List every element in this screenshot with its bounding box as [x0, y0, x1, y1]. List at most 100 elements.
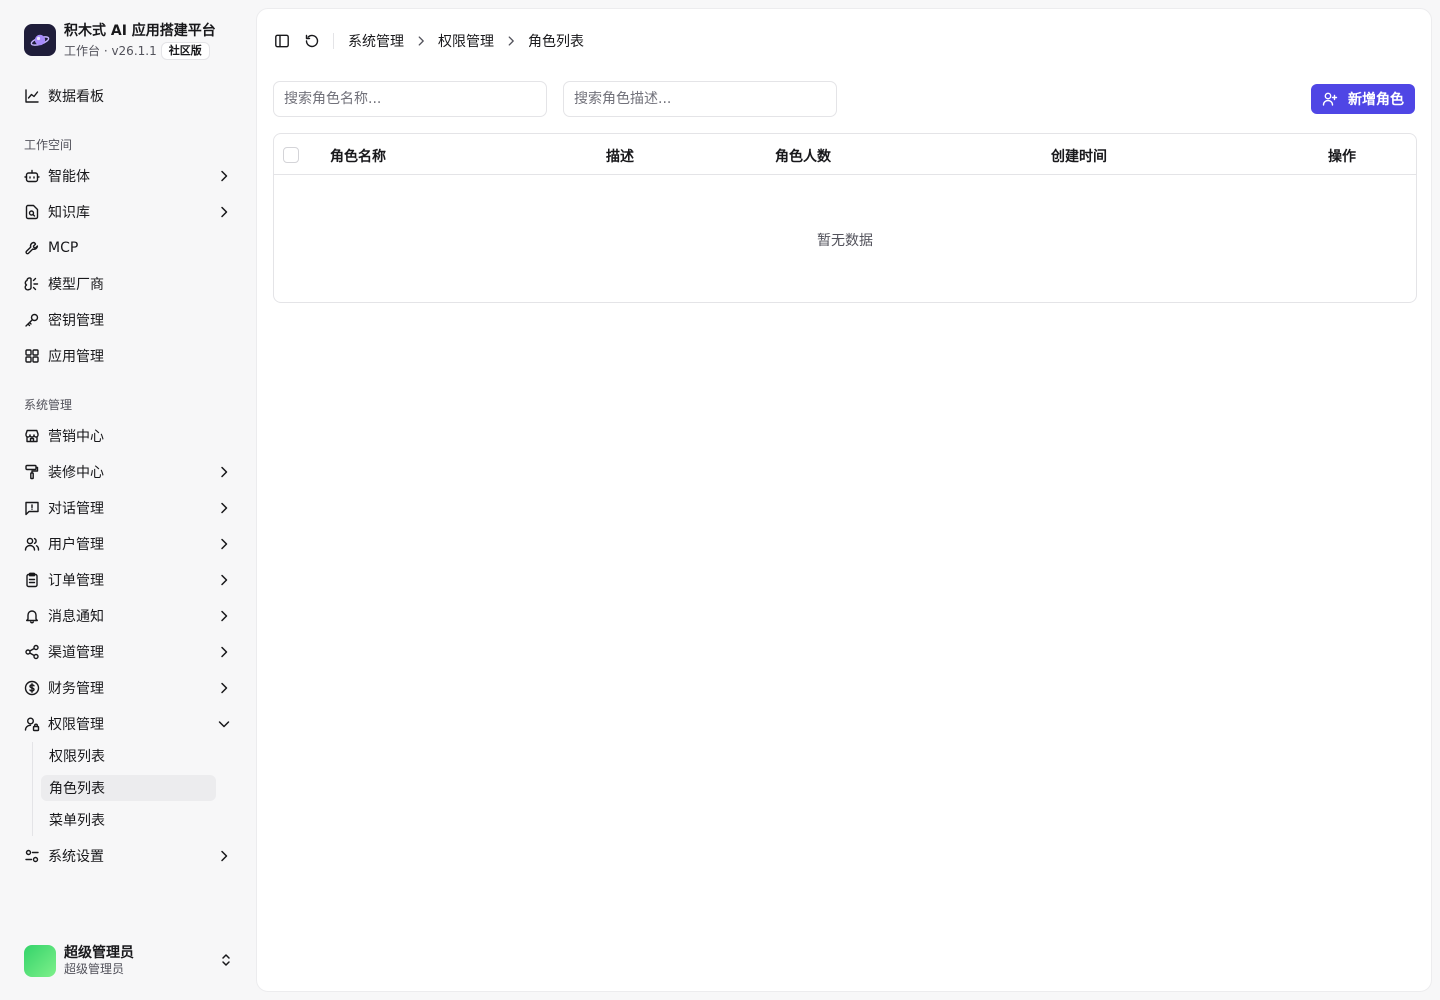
- users-icon: [24, 536, 40, 552]
- brain-icon: [24, 276, 40, 292]
- sidebar-item-label: 订单管理: [48, 573, 104, 589]
- sidebar-item-label: MCP: [48, 240, 79, 256]
- chevron-right-icon: [216, 464, 232, 480]
- sidebar-item-label: 渠道管理: [48, 645, 104, 661]
- sidebar-item-mcp[interactable]: MCP: [16, 232, 242, 264]
- brand-logo-icon: [24, 24, 56, 56]
- sidebar-item-notifications[interactable]: 消息通知: [16, 600, 242, 632]
- sidebar-item-label: 消息通知: [48, 609, 104, 625]
- avatar: [24, 945, 56, 977]
- sidebar-item-conversations[interactable]: 对话管理: [16, 492, 242, 524]
- chevron-down-icon: [216, 716, 232, 732]
- chevron-right-icon: [504, 34, 518, 48]
- add-role-label: 新增角色: [1348, 91, 1404, 107]
- sidebar-item-settings[interactable]: 系统设置: [16, 840, 242, 872]
- key-icon: [24, 312, 40, 328]
- file-search-icon: [24, 204, 40, 220]
- sidebar-item-knowledge[interactable]: 知识库: [16, 196, 242, 228]
- sidebar-subitem-role-list[interactable]: 角色列表: [41, 775, 216, 801]
- breadcrumb-item-system[interactable]: 系统管理: [348, 31, 404, 51]
- breadcrumb: 系统管理 权限管理 角色列表: [348, 31, 584, 51]
- edition-badge: 社区版: [160, 42, 210, 60]
- sidebar-item-label: 知识库: [48, 205, 90, 221]
- brand-title: 积木式 AI 应用搭建平台: [64, 23, 216, 39]
- sidebar-item-keys[interactable]: 密钥管理: [16, 304, 242, 336]
- sidebar: 积木式 AI 应用搭建平台 工作台 · v26.1.1 社区版 数据看板 工作空…: [0, 0, 256, 1000]
- chevron-right-icon: [414, 34, 428, 48]
- toolbar-divider: [333, 33, 334, 49]
- paint-roller-icon: [24, 464, 40, 480]
- column-header-created-at: 创建时间: [1051, 149, 1107, 165]
- select-all-checkbox[interactable]: [283, 147, 299, 163]
- sidebar-item-finance[interactable]: 财务管理: [16, 672, 242, 704]
- message-square-icon: [24, 500, 40, 516]
- sidebar-item-label: 系统设置: [48, 849, 104, 865]
- sidebar-item-label: 对话管理: [48, 501, 104, 517]
- sidebar-item-label: 智能体: [48, 169, 90, 185]
- grid-icon: [24, 348, 40, 364]
- user-name: 超级管理员: [64, 945, 134, 961]
- chart-line-icon: [24, 88, 40, 104]
- sidebar-item-permissions[interactable]: 权限管理: [16, 708, 242, 740]
- subnav-divider: [32, 742, 33, 836]
- sidebar-item-label: 模型厂商: [48, 277, 104, 293]
- sidebar-item-marketing[interactable]: 营销中心: [16, 420, 242, 452]
- bot-icon: [24, 168, 40, 184]
- chevron-right-icon: [216, 848, 232, 864]
- sidebar-item-label: 权限管理: [48, 717, 104, 733]
- sidebar-item-label: 密钥管理: [48, 313, 104, 329]
- chevron-right-icon: [216, 644, 232, 660]
- sidebar-item-channels[interactable]: 渠道管理: [16, 636, 242, 668]
- sidebar-toggle-icon[interactable]: [273, 32, 291, 50]
- sidebar-item-label: 用户管理: [48, 537, 104, 553]
- dollar-circle-icon: [24, 680, 40, 696]
- breadcrumb-item-permissions[interactable]: 权限管理: [438, 31, 494, 51]
- chevron-right-icon: [216, 680, 232, 696]
- chevron-right-icon: [216, 168, 232, 184]
- bell-icon: [24, 608, 40, 624]
- column-header-member-count: 角色人数: [775, 149, 831, 165]
- breadcrumb-item-roles: 角色列表: [528, 34, 584, 50]
- chevrons-up-down-icon: [218, 952, 234, 968]
- search-role-name-input[interactable]: [273, 81, 547, 117]
- add-role-button[interactable]: 新增角色: [1311, 84, 1415, 114]
- sidebar-item-model-vendors[interactable]: 模型厂商: [16, 268, 242, 300]
- column-header-description: 描述: [606, 149, 634, 165]
- sidebar-item-label: 应用管理: [48, 349, 104, 365]
- sidebar-item-label: 财务管理: [48, 681, 104, 697]
- table-header: 角色名称 描述 角色人数 创建时间 操作: [274, 134, 1416, 175]
- column-header-name: 角色名称: [330, 149, 386, 165]
- sidebar-item-agents[interactable]: 智能体: [16, 160, 242, 192]
- chevron-right-icon: [216, 536, 232, 552]
- sidebar-item-label: 数据看板: [48, 89, 104, 105]
- main-panel: 系统管理 权限管理 角色列表 新增角色 角色名称 描述 角色人数 创建时间 操作…: [256, 8, 1432, 992]
- section-system: 系统管理: [24, 398, 73, 412]
- brand-version: 工作台 · v26.1.1: [64, 44, 157, 58]
- refresh-icon[interactable]: [303, 32, 321, 50]
- section-workspace: 工作空间: [24, 138, 73, 152]
- user-lock-icon: [24, 716, 40, 732]
- chevron-right-icon: [216, 608, 232, 624]
- store-icon: [24, 428, 40, 444]
- sidebar-item-dashboard[interactable]: 数据看板: [16, 80, 242, 112]
- share-icon: [24, 644, 40, 660]
- sidebar-subitem-permission-list[interactable]: 权限列表: [41, 743, 216, 769]
- sidebar-item-orders[interactable]: 订单管理: [16, 564, 242, 596]
- sidebar-subitem-menu-list[interactable]: 菜单列表: [41, 807, 216, 833]
- sliders-icon: [24, 848, 40, 864]
- sidebar-item-users[interactable]: 用户管理: [16, 528, 242, 560]
- chevron-right-icon: [216, 572, 232, 588]
- wrench-icon: [24, 240, 40, 256]
- brand: 积木式 AI 应用搭建平台 工作台 · v26.1.1 社区版: [24, 22, 216, 60]
- search-role-desc-input[interactable]: [563, 81, 837, 117]
- roles-table: 角色名称 描述 角色人数 创建时间 操作 暂无数据: [273, 133, 1417, 303]
- user-plus-icon: [1322, 91, 1338, 107]
- sidebar-item-decoration[interactable]: 装修中心: [16, 456, 242, 488]
- chevron-right-icon: [216, 500, 232, 516]
- sidebar-item-label: 装修中心: [48, 465, 104, 481]
- column-header-actions: 操作: [1328, 149, 1356, 165]
- topbar: 系统管理 权限管理 角色列表: [273, 31, 584, 51]
- chevron-right-icon: [216, 204, 232, 220]
- sidebar-item-apps[interactable]: 应用管理: [16, 340, 242, 372]
- user-menu[interactable]: 超级管理员 超级管理员: [24, 944, 234, 978]
